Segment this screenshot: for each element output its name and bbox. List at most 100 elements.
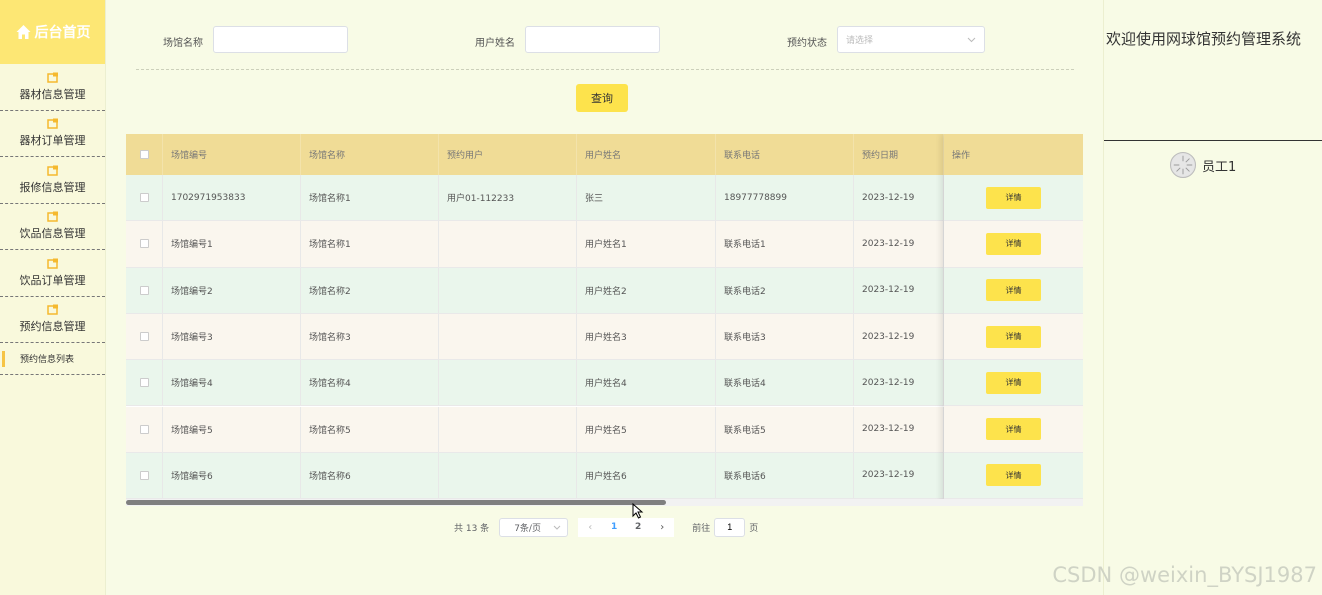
sidebar-item-label: 饮品订单管理 xyxy=(19,273,86,287)
horizontal-scrollbar[interactable] xyxy=(126,499,1083,506)
cell-venue-id: 场馆编号4 xyxy=(163,360,301,406)
user-menu[interactable]: 员工1 xyxy=(1170,152,1236,178)
select-all-cell xyxy=(126,134,163,175)
sidebar-item-reservation-info[interactable]: 预约信息管理 xyxy=(0,297,105,343)
detail-button[interactable]: 详情 xyxy=(986,325,1041,348)
sidebar-subitem-label: 预约信息列表 xyxy=(20,355,75,365)
row-checkbox[interactable] xyxy=(139,332,149,342)
cell-date: 2023-12-19 xyxy=(854,221,944,267)
cell-reserve-user xyxy=(439,221,577,267)
sidebar-item-drink-info[interactable]: 饮品信息管理 xyxy=(0,204,105,250)
user-name-input[interactable] xyxy=(525,26,660,53)
cell-venue-name: 场馆名称6 xyxy=(301,452,439,499)
sidebar-item-label: 饮品信息管理 xyxy=(19,227,86,241)
table-row: 场馆编号5 场馆名称5 用户姓名5 联系电话5 2023-12-19 xyxy=(126,406,1083,453)
sidebar-item-label: 报修信息管理 xyxy=(19,180,86,194)
page-size-value: 7条/页 xyxy=(514,523,541,534)
sidebar: 后台首页 器材信息管理 器材订单管理 报修信息管理 饮品信息管理 饮品订单管理 … xyxy=(0,0,106,595)
header-divider xyxy=(1104,140,1322,141)
goto-page-input[interactable] xyxy=(714,517,746,537)
actions-cell: 详情 xyxy=(944,452,1083,500)
sidebar-item-repair-info[interactable]: 报修信息管理 xyxy=(0,157,105,204)
cell-reserve-user xyxy=(439,313,577,360)
row-select-cell xyxy=(126,452,163,499)
page-buttons: ‹ 1 2 › xyxy=(578,517,675,537)
row-checkbox[interactable] xyxy=(139,285,149,295)
cell-reserve-user xyxy=(439,360,577,406)
header-reserve-user: 预约用户 xyxy=(439,134,577,175)
cell-venue-id: 场馆编号3 xyxy=(163,313,301,360)
cell-date: 2023-12-19 xyxy=(854,360,944,406)
actions-cell: 详情 xyxy=(944,313,1083,361)
sidebar-subitem-reservation-list[interactable]: 预约信息列表 xyxy=(0,343,105,375)
cell-venue-name: 场馆名称5 xyxy=(301,406,439,452)
cell-date: 2023-12-19 xyxy=(854,406,944,452)
page-1-button[interactable]: 1 xyxy=(602,522,626,532)
sidebar-item-drink-orders[interactable]: 饮品订单管理 xyxy=(0,250,105,297)
cell-user-name: 张三 xyxy=(577,175,716,221)
prev-page-icon[interactable]: ‹ xyxy=(578,522,602,533)
cell-venue-name: 场馆名称1 xyxy=(301,175,439,221)
detail-button[interactable]: 详情 xyxy=(986,371,1041,394)
status-label: 预约状态 xyxy=(787,38,827,49)
cell-user-name: 用户姓名4 xyxy=(577,360,716,406)
brand-home-link[interactable]: 后台首页 xyxy=(0,0,105,64)
venue-name-input[interactable] xyxy=(213,26,348,53)
cell-user-name: 用户姓名1 xyxy=(577,221,716,267)
detail-button[interactable]: 详情 xyxy=(986,464,1041,487)
sidebar-item-label: 器材信息管理 xyxy=(19,87,86,101)
sidebar-item-label: 器材订单管理 xyxy=(19,134,86,148)
header-venue-name: 场馆名称 xyxy=(301,134,439,175)
row-checkbox[interactable] xyxy=(139,378,149,388)
row-checkbox[interactable] xyxy=(139,193,149,203)
header-actions: 操作 xyxy=(944,134,1083,175)
folder-icon xyxy=(46,258,58,269)
actions-cell: 详情 xyxy=(944,360,1083,407)
cell-venue-name: 场馆名称2 xyxy=(301,267,439,313)
sidebar-item-equipment-orders[interactable]: 器材订单管理 xyxy=(0,111,105,157)
goto-prefix: 前往 xyxy=(692,523,711,534)
select-all-checkbox[interactable] xyxy=(139,150,149,159)
avatar xyxy=(1170,152,1196,178)
cell-phone: 联系电话2 xyxy=(716,267,854,313)
folder-icon xyxy=(46,165,58,176)
row-checkbox[interactable] xyxy=(139,470,149,480)
row-checkbox[interactable] xyxy=(139,424,149,434)
next-page-icon[interactable]: › xyxy=(650,522,674,533)
actions-cell: 详情 xyxy=(944,406,1083,453)
pagination: 共 13 条 7条/页 ‹ 1 2 › 前往 页 xyxy=(454,517,758,537)
row-select-cell xyxy=(126,221,163,267)
query-button[interactable]: 查询 xyxy=(576,84,628,112)
cell-date: 2023-12-19 xyxy=(854,313,944,360)
chevron-down-icon xyxy=(967,37,976,42)
cell-venue-name: 场馆名称4 xyxy=(301,360,439,406)
table-row: 场馆编号6 场馆名称6 用户姓名6 联系电话6 2023-12-19 xyxy=(126,452,1083,500)
detail-button[interactable]: 详情 xyxy=(986,186,1041,209)
cell-venue-id: 场馆编号6 xyxy=(163,452,301,499)
cell-reserve-user: 用户01-112233 xyxy=(439,175,577,221)
pagination-total: 共 13 条 xyxy=(454,523,490,534)
cell-phone: 联系电话4 xyxy=(716,360,854,406)
folder-icon xyxy=(46,72,58,83)
detail-button[interactable]: 详情 xyxy=(986,418,1041,441)
actions-cell: 详情 xyxy=(944,175,1083,222)
table-header: 场馆编号 场馆名称 预约用户 用户姓名 联系电话 预约日期 xyxy=(126,134,1083,175)
page-size-select[interactable]: 7条/页 xyxy=(499,517,569,537)
detail-button[interactable]: 详情 xyxy=(986,232,1041,255)
cell-user-name: 用户姓名5 xyxy=(577,406,716,452)
detail-button[interactable]: 详情 xyxy=(986,279,1041,302)
cell-venue-id: 场馆编号5 xyxy=(163,406,301,452)
scrollbar-thumb[interactable] xyxy=(126,500,666,505)
table-row: 场馆编号1 场馆名称1 用户姓名1 联系电话1 2023-12-19 xyxy=(126,221,1083,268)
chevron-down-icon xyxy=(553,525,561,530)
cell-phone: 联系电话3 xyxy=(716,313,854,360)
cell-phone: 联系电话6 xyxy=(716,452,854,499)
status-select[interactable]: 请选择 xyxy=(837,26,985,53)
row-select-cell xyxy=(126,175,163,221)
table-row: 场馆编号4 场馆名称4 用户姓名4 联系电话4 2023-12-19 xyxy=(126,360,1083,407)
table-row: 1702971953833 场馆名称1 用户01-112233 张三 189777788… xyxy=(126,175,1083,222)
sidebar-item-equipment-info[interactable]: 器材信息管理 xyxy=(0,64,105,111)
page-2-button[interactable]: 2 xyxy=(626,522,650,532)
row-checkbox[interactable] xyxy=(139,239,149,249)
cell-date: 2023-12-19 xyxy=(854,452,944,499)
